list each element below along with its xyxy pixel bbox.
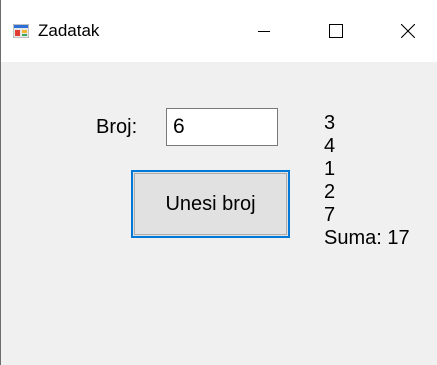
window-title: Zadatak	[38, 21, 100, 40]
maximize-icon	[329, 24, 343, 38]
output-line: 4	[324, 135, 336, 157]
unesi-broj-button[interactable]: Unesi broj	[131, 170, 290, 238]
broj-label: Broj:	[96, 116, 138, 138]
maximize-button[interactable]	[313, 0, 359, 62]
minimize-button[interactable]	[241, 0, 287, 62]
close-icon	[401, 24, 415, 38]
suma-line: Suma: 17	[324, 227, 410, 249]
output-line: 1	[324, 158, 336, 180]
app-icon	[13, 24, 29, 38]
minimize-icon	[258, 31, 270, 32]
close-button[interactable]	[385, 0, 431, 62]
output-line: 2	[324, 181, 336, 203]
app-window: Zadatak Broj: Unesi broj 3 4 1 2 7 Suma	[0, 0, 437, 365]
broj-input[interactable]	[166, 108, 278, 146]
output-line: 3	[324, 112, 336, 134]
output-line: 7	[324, 204, 336, 226]
output-list: 3 4 1 2 7 Suma: 17	[324, 112, 410, 250]
unesi-broj-label: Unesi broj	[134, 173, 287, 235]
title-bar[interactable]: Zadatak	[1, 0, 437, 62]
